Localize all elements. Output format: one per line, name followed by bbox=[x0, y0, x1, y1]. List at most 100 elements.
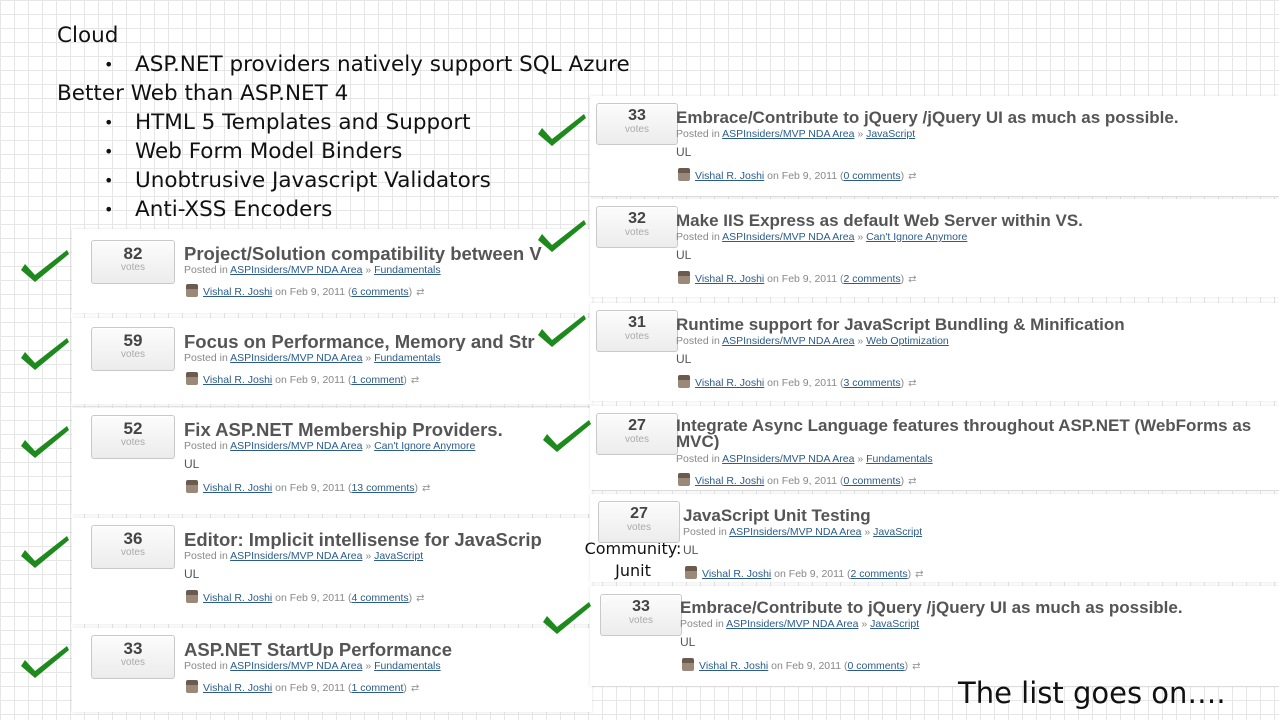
share-icon[interactable]: ⇄ bbox=[411, 683, 419, 694]
post-date: on Feb 9, 2011 ( bbox=[272, 682, 352, 694]
votes-label: votes bbox=[121, 657, 145, 668]
vote-button[interactable]: 27 votes bbox=[596, 413, 678, 455]
share-icon[interactable]: ⇄ bbox=[411, 375, 419, 386]
avatar bbox=[678, 168, 690, 181]
category-link[interactable]: JavaScript bbox=[866, 128, 915, 140]
suggestion-title[interactable]: Fix ASP.NET Membership Providers. bbox=[184, 420, 503, 439]
ul-text: UL bbox=[680, 635, 696, 649]
comments-link[interactable]: 3 comments bbox=[843, 377, 900, 389]
author-link[interactable]: Vishal R. Joshi bbox=[695, 170, 764, 182]
area-link[interactable]: ASPInsiders/MVP NDA Area bbox=[230, 660, 362, 672]
suggestion-title[interactable]: Make IIS Express as default Web Server w… bbox=[676, 211, 1083, 230]
share-icon[interactable]: ⇄ bbox=[416, 593, 424, 604]
author-link[interactable]: Vishal R. Joshi bbox=[203, 286, 272, 298]
posted-in-label: Posted in bbox=[680, 618, 727, 630]
suggestion-title[interactable]: Embrace/Contribute to jQuery /jQuery UI … bbox=[680, 598, 1183, 617]
share-icon[interactable]: ⇄ bbox=[908, 171, 916, 182]
category-link[interactable]: JavaScript bbox=[870, 618, 919, 630]
area-link[interactable]: ASPInsiders/MVP NDA Area bbox=[722, 335, 854, 347]
author-link[interactable]: Vishal R. Joshi bbox=[203, 592, 272, 604]
area-link[interactable]: ASPInsiders/MVP NDA Area bbox=[230, 352, 362, 364]
vote-button[interactable]: 52 votes bbox=[91, 415, 175, 459]
author-link[interactable]: Vishal R. Joshi bbox=[203, 374, 272, 386]
category-link[interactable]: Web Optimization bbox=[866, 335, 949, 347]
share-icon[interactable]: ⇄ bbox=[422, 483, 430, 494]
separator: » bbox=[854, 231, 867, 243]
area-link[interactable]: ASPInsiders/MVP NDA Area bbox=[722, 128, 854, 140]
comments-link[interactable]: 13 comments bbox=[351, 482, 414, 494]
vote-button[interactable]: 82 votes bbox=[91, 240, 175, 284]
byline: Vishal R. Joshi on Feb 9, 2011 (13 comme… bbox=[186, 480, 430, 494]
posted-in-label: Posted in bbox=[676, 335, 723, 347]
suggestion-title[interactable]: Runtime support for JavaScript Bundling … bbox=[676, 315, 1125, 334]
close-paren: ) bbox=[408, 592, 413, 604]
byline: Vishal R. Joshi on Feb 9, 2011 (1 commen… bbox=[186, 372, 419, 386]
area-link[interactable]: ASPInsiders/MVP NDA Area bbox=[726, 618, 858, 630]
share-icon[interactable]: ⇄ bbox=[908, 274, 916, 285]
comments-link[interactable]: 2 comments bbox=[843, 273, 900, 285]
suggestion-title[interactable]: JavaScript Unit Testing bbox=[683, 506, 871, 525]
share-icon[interactable]: ⇄ bbox=[912, 661, 920, 672]
share-icon[interactable]: ⇄ bbox=[908, 476, 916, 487]
category-link[interactable]: Fundamentals bbox=[866, 453, 933, 465]
suggestion-title[interactable]: Integrate Async Language features throug… bbox=[676, 418, 1275, 450]
suggestion-title[interactable]: ASP.NET StartUp Performance bbox=[184, 640, 452, 659]
comments-link[interactable]: 0 comments bbox=[843, 475, 900, 487]
category-link[interactable]: Can't Ignore Anymore bbox=[866, 231, 967, 243]
category-link[interactable]: JavaScript bbox=[374, 550, 423, 562]
posted-in: Posted in ASPInsiders/MVP NDA Area » Fun… bbox=[184, 660, 441, 672]
suggestion-title[interactable]: Editor: Implicit intellisense for JavaSc… bbox=[184, 530, 542, 549]
suggestion-title[interactable]: Embrace/Contribute to jQuery /jQuery UI … bbox=[676, 108, 1179, 127]
vote-button[interactable]: 59 votes bbox=[91, 327, 175, 371]
ul-text: UL bbox=[676, 248, 692, 262]
comments-link[interactable]: 6 comments bbox=[351, 286, 408, 298]
area-link[interactable]: ASPInsiders/MVP NDA Area bbox=[230, 264, 362, 276]
byline: Vishal R. Joshi on Feb 9, 2011 (1 commen… bbox=[186, 680, 419, 694]
author-link[interactable]: Vishal R. Joshi bbox=[695, 273, 764, 285]
ul-text: UL bbox=[184, 567, 200, 581]
vote-button[interactable]: 36 votes bbox=[91, 525, 175, 569]
byline: Vishal R. Joshi on Feb 9, 2011 (0 commen… bbox=[678, 473, 917, 487]
checkmark-icon-svg bbox=[538, 220, 586, 252]
vote-button[interactable]: 33 votes bbox=[596, 103, 678, 145]
vote-count: 33 bbox=[632, 598, 650, 615]
checkmark-icon bbox=[534, 313, 590, 355]
vote-button[interactable]: 33 votes bbox=[91, 635, 175, 679]
share-icon[interactable]: ⇄ bbox=[915, 569, 923, 580]
author-link[interactable]: Vishal R. Joshi bbox=[699, 660, 768, 672]
area-link[interactable]: ASPInsiders/MVP NDA Area bbox=[729, 526, 861, 538]
category-link[interactable]: Fundamentals bbox=[374, 352, 441, 364]
comments-link[interactable]: 1 comment bbox=[351, 682, 403, 694]
comments-link[interactable]: 0 comments bbox=[847, 660, 904, 672]
area-link[interactable]: ASPInsiders/MVP NDA Area bbox=[230, 550, 362, 562]
separator: » bbox=[858, 618, 871, 630]
comments-link[interactable]: 2 comments bbox=[850, 568, 907, 580]
comments-link[interactable]: 1 comment bbox=[351, 374, 403, 386]
vote-button[interactable]: 27 votes bbox=[598, 501, 680, 543]
share-icon[interactable]: ⇄ bbox=[908, 378, 916, 389]
footer-text: The list goes on…. bbox=[958, 676, 1226, 710]
category-link[interactable]: Fundamentals bbox=[374, 660, 441, 672]
author-link[interactable]: Vishal R. Joshi bbox=[203, 682, 272, 694]
category-link[interactable]: Fundamentals bbox=[374, 264, 441, 276]
area-link[interactable]: ASPInsiders/MVP NDA Area bbox=[722, 231, 854, 243]
area-link[interactable]: ASPInsiders/MVP NDA Area bbox=[722, 453, 854, 465]
author-link[interactable]: Vishal R. Joshi bbox=[695, 377, 764, 389]
vote-button[interactable]: 33 votes bbox=[600, 594, 682, 636]
category-link[interactable]: JavaScript bbox=[873, 526, 922, 538]
author-link[interactable]: Vishal R. Joshi bbox=[702, 568, 771, 580]
author-link[interactable]: Vishal R. Joshi bbox=[203, 482, 272, 494]
area-link[interactable]: ASPInsiders/MVP NDA Area bbox=[230, 440, 362, 452]
suggestion-title[interactable]: Project/Solution compatibility between V bbox=[184, 244, 542, 263]
separator: » bbox=[362, 660, 375, 672]
comments-link[interactable]: 0 comments bbox=[843, 170, 900, 182]
share-icon[interactable]: ⇄ bbox=[416, 287, 424, 298]
comments-link[interactable]: 4 comments bbox=[351, 592, 408, 604]
post-date: on Feb 9, 2011 ( bbox=[764, 273, 844, 285]
vote-button[interactable]: 31 votes bbox=[596, 310, 678, 352]
posted-in-label: Posted in bbox=[676, 231, 723, 243]
author-link[interactable]: Vishal R. Joshi bbox=[695, 475, 764, 487]
suggestion-title[interactable]: Focus on Performance, Memory and Str bbox=[184, 332, 535, 351]
category-link[interactable]: Can't Ignore Anymore bbox=[374, 440, 475, 452]
vote-button[interactable]: 32 votes bbox=[596, 206, 678, 248]
